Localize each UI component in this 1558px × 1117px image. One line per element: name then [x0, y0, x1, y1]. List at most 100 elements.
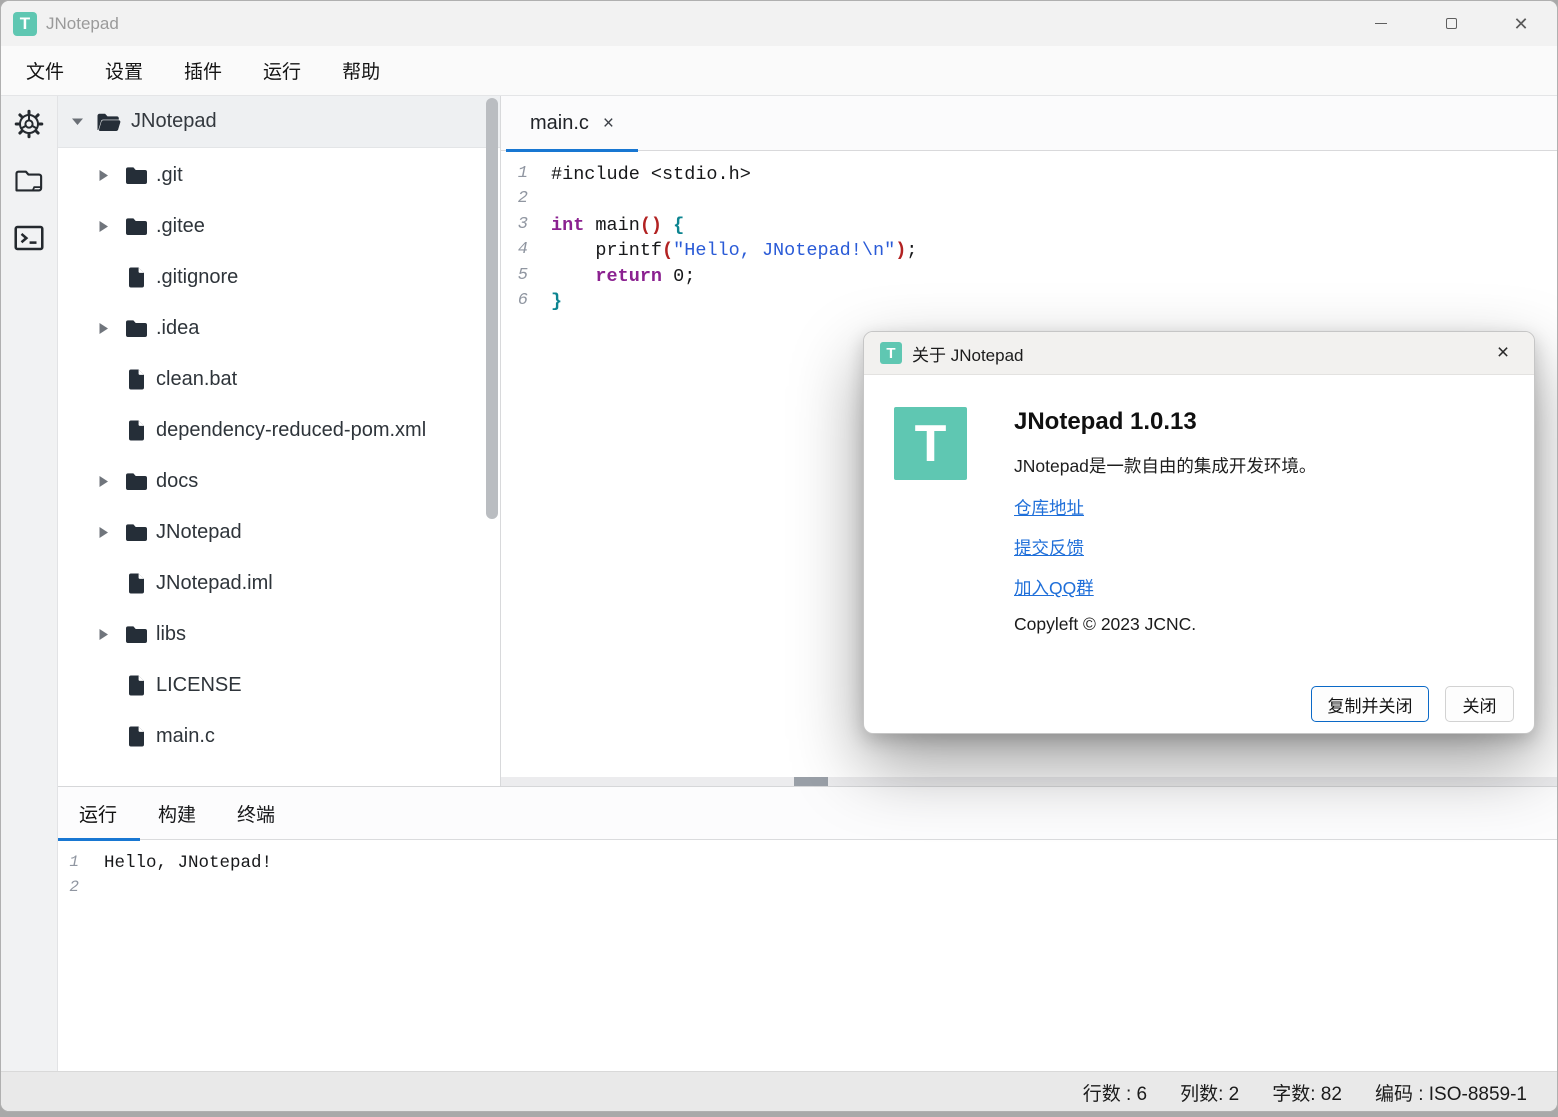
- line-number: 5: [501, 266, 528, 285]
- folder-icon: [14, 168, 44, 194]
- dialog-link-join-qq-group[interactable]: 加入QQ群: [1014, 575, 1094, 600]
- dialog-close-icon[interactable]: ×: [1488, 341, 1518, 365]
- about-logo: T: [894, 407, 967, 480]
- tree-item-label: docs: [156, 470, 198, 493]
- about-app-version: JNotepad 1.0.13: [1014, 408, 1197, 436]
- code-text: }: [551, 291, 562, 312]
- tree-item-idea[interactable]: .idea: [58, 303, 500, 354]
- code-line: 4 printf("Hello, JNotepad!\n");: [501, 240, 1558, 265]
- dialog-link-repo-address[interactable]: 仓库地址: [1014, 495, 1084, 520]
- panel-tab-run[interactable]: 运行: [79, 800, 117, 827]
- dialog-buttons: 复制并关闭 关闭: [1311, 686, 1514, 722]
- dialog-title-bar: T 关于 JNotepad ×: [864, 332, 1534, 375]
- file-icon: [124, 369, 148, 390]
- chevron-right-icon[interactable]: [96, 475, 110, 488]
- maximize-button[interactable]: [1428, 3, 1474, 45]
- chevron-right-icon[interactable]: [96, 628, 110, 641]
- tree-item-git[interactable]: .git: [58, 150, 500, 201]
- copy-and-close-button[interactable]: 复制并关闭: [1311, 686, 1429, 722]
- status-word-count: 字数: 82: [1272, 1079, 1342, 1106]
- output-line: 2: [58, 878, 1558, 903]
- about-description: JNotepad是一款自由的集成开发环境。: [1014, 453, 1316, 478]
- settings-gear-button[interactable]: [14, 109, 44, 139]
- menu-item-help[interactable]: 帮助: [342, 57, 380, 84]
- file-icon: [124, 267, 148, 288]
- run-output[interactable]: 1Hello, JNotepad!2: [58, 841, 1558, 1071]
- menu-item-plugins[interactable]: 插件: [184, 57, 222, 84]
- menu-item-file[interactable]: 文件: [26, 57, 64, 84]
- maximize-icon: [1446, 18, 1457, 29]
- tab-close-icon[interactable]: ×: [603, 113, 614, 135]
- tree-item-clean-bat[interactable]: clean.bat: [58, 354, 500, 405]
- file-icon: [124, 675, 148, 696]
- chevron-right-icon[interactable]: [96, 526, 110, 539]
- close-dialog-button[interactable]: 关闭: [1445, 686, 1514, 722]
- chevron-right-icon[interactable]: [96, 322, 110, 335]
- code-line: 3 int main() {: [501, 215, 1558, 240]
- code-text: int main() {: [551, 215, 684, 236]
- tree-item-dependency-reduced-pom-xml[interactable]: dependency-reduced-pom.xml: [58, 405, 500, 456]
- file-explorer-button[interactable]: [14, 166, 44, 196]
- activity-bar: [1, 96, 58, 1071]
- file-icon: [124, 726, 148, 747]
- gear-icon: [14, 109, 44, 139]
- tab-label: main.c: [530, 112, 589, 135]
- editor-horizontal-scrollbar[interactable]: [501, 777, 1558, 786]
- chevron-right-icon[interactable]: [96, 220, 110, 233]
- tree-item-label: .git: [156, 164, 183, 187]
- line-number: 3: [501, 215, 528, 234]
- menu-bar: 文件 设置 插件 运行 帮助: [1, 46, 1557, 96]
- folder-icon: [124, 166, 148, 185]
- tree-item-gitignore[interactable]: .gitignore: [58, 252, 500, 303]
- chevron-right-icon[interactable]: [96, 169, 110, 182]
- tree-root-jnotepad[interactable]: JNotepad: [58, 96, 500, 148]
- title-bar: T JNotepad ✕: [1, 1, 1557, 46]
- tree-item-jnotepad[interactable]: JNotepad: [58, 507, 500, 558]
- tree-root-label: JNotepad: [131, 110, 217, 133]
- window-title: JNotepad: [46, 14, 119, 34]
- panel-tab-build[interactable]: 构建: [158, 800, 196, 827]
- tree-item-label: libs: [156, 623, 186, 646]
- folder-icon: [124, 625, 148, 644]
- tree-item-jnotepad-iml[interactable]: JNotepad.iml: [58, 558, 500, 609]
- editor-hscroll-thumb[interactable]: [794, 777, 828, 786]
- terminal-icon: [14, 225, 44, 251]
- tree-item-label: JNotepad: [156, 521, 242, 544]
- output-line: 1Hello, JNotepad!: [58, 853, 1558, 878]
- tree-item-label: main.c: [156, 725, 215, 748]
- folder-icon: [124, 472, 148, 491]
- tree-item-libs[interactable]: libs: [58, 609, 500, 660]
- panel-tab-terminal[interactable]: 终端: [237, 800, 275, 827]
- status-column-count: 列数: 2: [1180, 1079, 1239, 1106]
- status-encoding: 编码 : ISO-8859-1: [1375, 1079, 1527, 1106]
- code-text: return 0;: [551, 266, 695, 287]
- menu-item-run[interactable]: 运行: [263, 57, 301, 84]
- dialog-link-submit-feedback[interactable]: 提交反馈: [1014, 535, 1084, 560]
- about-copyright: Copyleft © 2023 JCNC.: [1014, 614, 1196, 635]
- terminal-button[interactable]: [14, 223, 44, 253]
- close-button[interactable]: ✕: [1498, 3, 1544, 45]
- file-icon: [124, 420, 148, 441]
- tree-item-label: .gitignore: [156, 266, 238, 289]
- app-logo-icon: T: [13, 12, 37, 36]
- tree-item-main-c[interactable]: main.c: [58, 711, 500, 762]
- line-number: 2: [58, 878, 79, 896]
- bottom-panel: 运行 构建 终端 1Hello, JNotepad!2: [58, 786, 1558, 1071]
- tree-item-gitee[interactable]: .gitee: [58, 201, 500, 252]
- file-icon: [124, 573, 148, 594]
- code-line: 1#include <stdio.h>: [501, 164, 1558, 189]
- tree-vertical-scrollbar[interactable]: [486, 98, 498, 519]
- line-number: 6: [501, 291, 528, 310]
- code-line: 2: [501, 189, 1558, 214]
- status-line-count: 行数 : 6: [1083, 1079, 1147, 1106]
- tree-item-license[interactable]: LICENSE: [58, 660, 500, 711]
- folder-icon: [124, 319, 148, 338]
- tree-item-docs[interactable]: docs: [58, 456, 500, 507]
- code-line: 6}: [501, 291, 1558, 316]
- bottom-panel-tab-bar: 运行 构建 终端: [58, 787, 1558, 840]
- chevron-down-icon[interactable]: [69, 117, 85, 126]
- tab-main-c[interactable]: main.c ×: [506, 96, 638, 151]
- menu-item-settings[interactable]: 设置: [105, 57, 143, 84]
- folder-icon: [124, 217, 148, 236]
- minimize-button[interactable]: [1358, 3, 1404, 45]
